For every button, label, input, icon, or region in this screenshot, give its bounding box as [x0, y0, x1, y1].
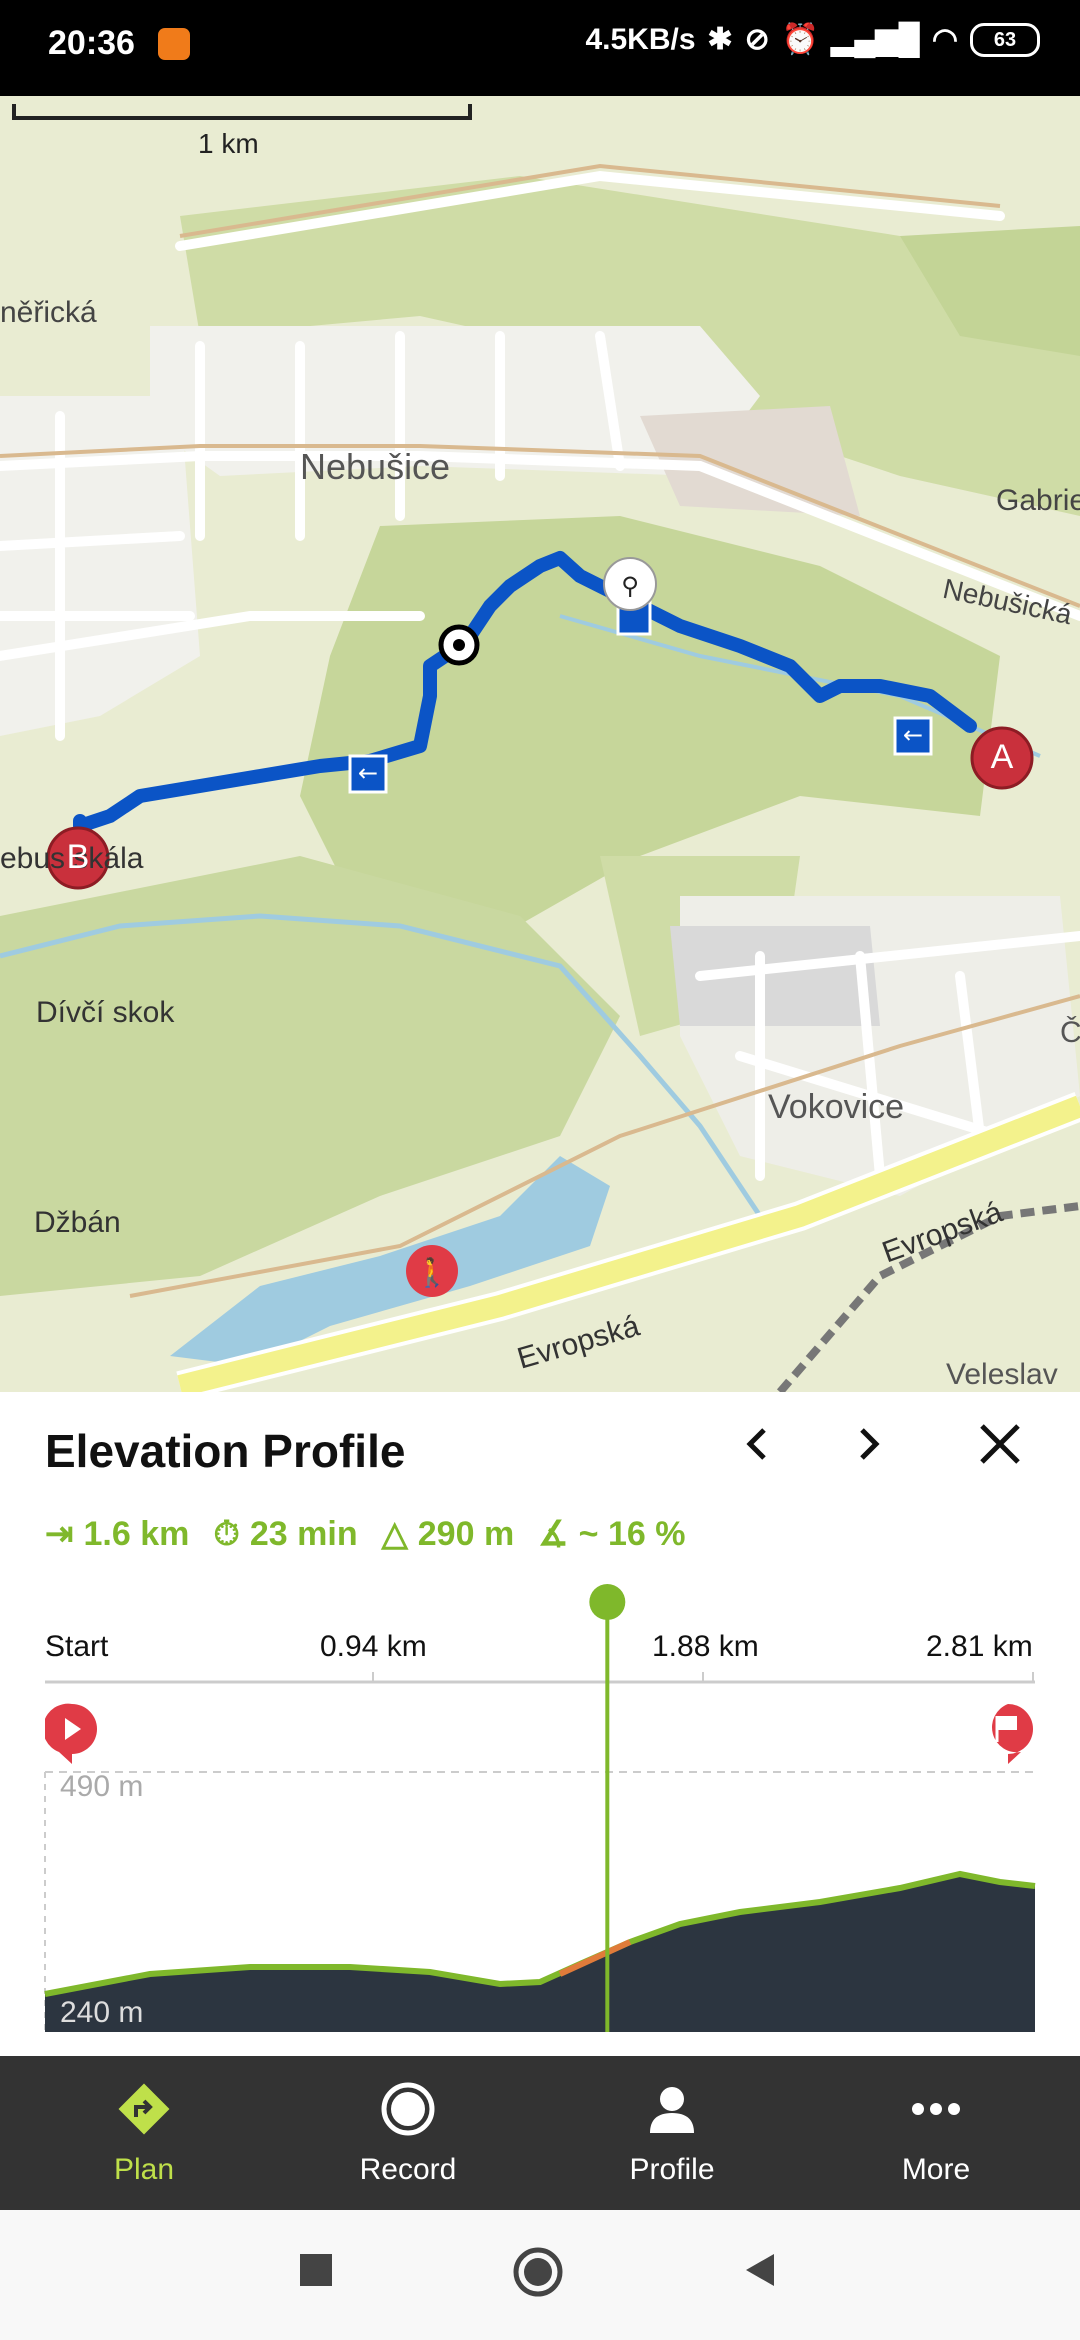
- map-label-partial: Č: [1060, 1016, 1080, 1049]
- home-icon[interactable]: [512, 2246, 564, 2298]
- signal-icon: ▂▄▆█: [831, 23, 920, 56]
- profile-icon: [650, 2087, 694, 2133]
- map-label-dzban: Džbán: [34, 1206, 121, 1239]
- map-label-divci-skok: Dívčí skok: [36, 996, 175, 1029]
- map-label-vokovice: Vokovice: [768, 1088, 905, 1126]
- y-label-top: 490 m: [60, 1770, 144, 1803]
- route-start-marker[interactable]: A: [984, 738, 1020, 777]
- svg-text:←: ←: [903, 721, 923, 749]
- wifi-icon: ◠: [931, 23, 958, 56]
- route-end-marker[interactable]: B: [60, 838, 96, 877]
- status-time: 20:36: [48, 24, 135, 62]
- alarm-icon: ⏰: [781, 23, 820, 56]
- nav-plan[interactable]: Plan: [9, 2056, 279, 2210]
- nav-plan-label: Plan: [113, 2153, 175, 2186]
- more-icon: [912, 2103, 960, 2115]
- nav-more[interactable]: More: [801, 2056, 1071, 2210]
- map-scale-label: 1 km: [198, 128, 259, 159]
- map-canvas: ← ← ⚲ 🚶: [0, 104, 1080, 1392]
- elevation-panel: Elevation Profile ⇥ 1.6 km ⏱ 23 min △ 290 m…: [0, 1392, 1080, 2056]
- map-label-gabrie: Gabrie: [996, 484, 1080, 517]
- map-label-veleslav: Veleslav: [946, 1358, 1058, 1391]
- record-icon: [381, 2082, 435, 2136]
- bottom-nav: Plan Record Profile More: [0, 2056, 1080, 2210]
- svg-text:🚶: 🚶: [415, 1256, 450, 1289]
- y-label-bottom: 240 m: [60, 1996, 144, 2029]
- status-icons: 4.5KB/s ✱ ⊘ ⏰ ▂▄▆█ ◠ 63: [585, 22, 1040, 57]
- network-speed: 4.5KB/s: [585, 22, 696, 56]
- app-notification-icon: [158, 28, 190, 60]
- status-bar: 20:36 4.5KB/s ✱ ⊘ ⏰ ▂▄▆█ ◠ 63: [0, 0, 1080, 96]
- map-label-nericka: něřická: [0, 296, 97, 329]
- nav-profile[interactable]: Profile: [537, 2056, 807, 2210]
- plan-icon: [118, 2083, 170, 2135]
- elevation-chart[interactable]: [0, 1392, 1080, 2056]
- map-view[interactable]: ← ← ⚲ 🚶 1 km Nebušice něřická Gabrie Neb…: [0, 96, 1080, 1392]
- nav-record[interactable]: Record: [273, 2056, 543, 2210]
- system-nav-bar: [0, 2210, 1080, 2340]
- map-label-nebusice: Nebušice: [300, 446, 451, 487]
- mute-icon: ⊘: [744, 23, 770, 56]
- nav-more-label: More: [901, 2153, 971, 2186]
- start-flag-icon: [45, 1703, 97, 1764]
- recents-icon[interactable]: [296, 2250, 336, 2290]
- svg-text:←: ←: [358, 759, 378, 787]
- battery-icon: 63: [970, 22, 1040, 57]
- back-icon[interactable]: [740, 2250, 780, 2290]
- bluetooth-icon: ✱: [707, 23, 733, 56]
- finish-flag-icon: [992, 1704, 1034, 1764]
- nav-profile-label: Profile: [629, 2153, 715, 2186]
- nav-record-label: Record: [359, 2153, 457, 2186]
- svg-text:⚲: ⚲: [621, 572, 639, 600]
